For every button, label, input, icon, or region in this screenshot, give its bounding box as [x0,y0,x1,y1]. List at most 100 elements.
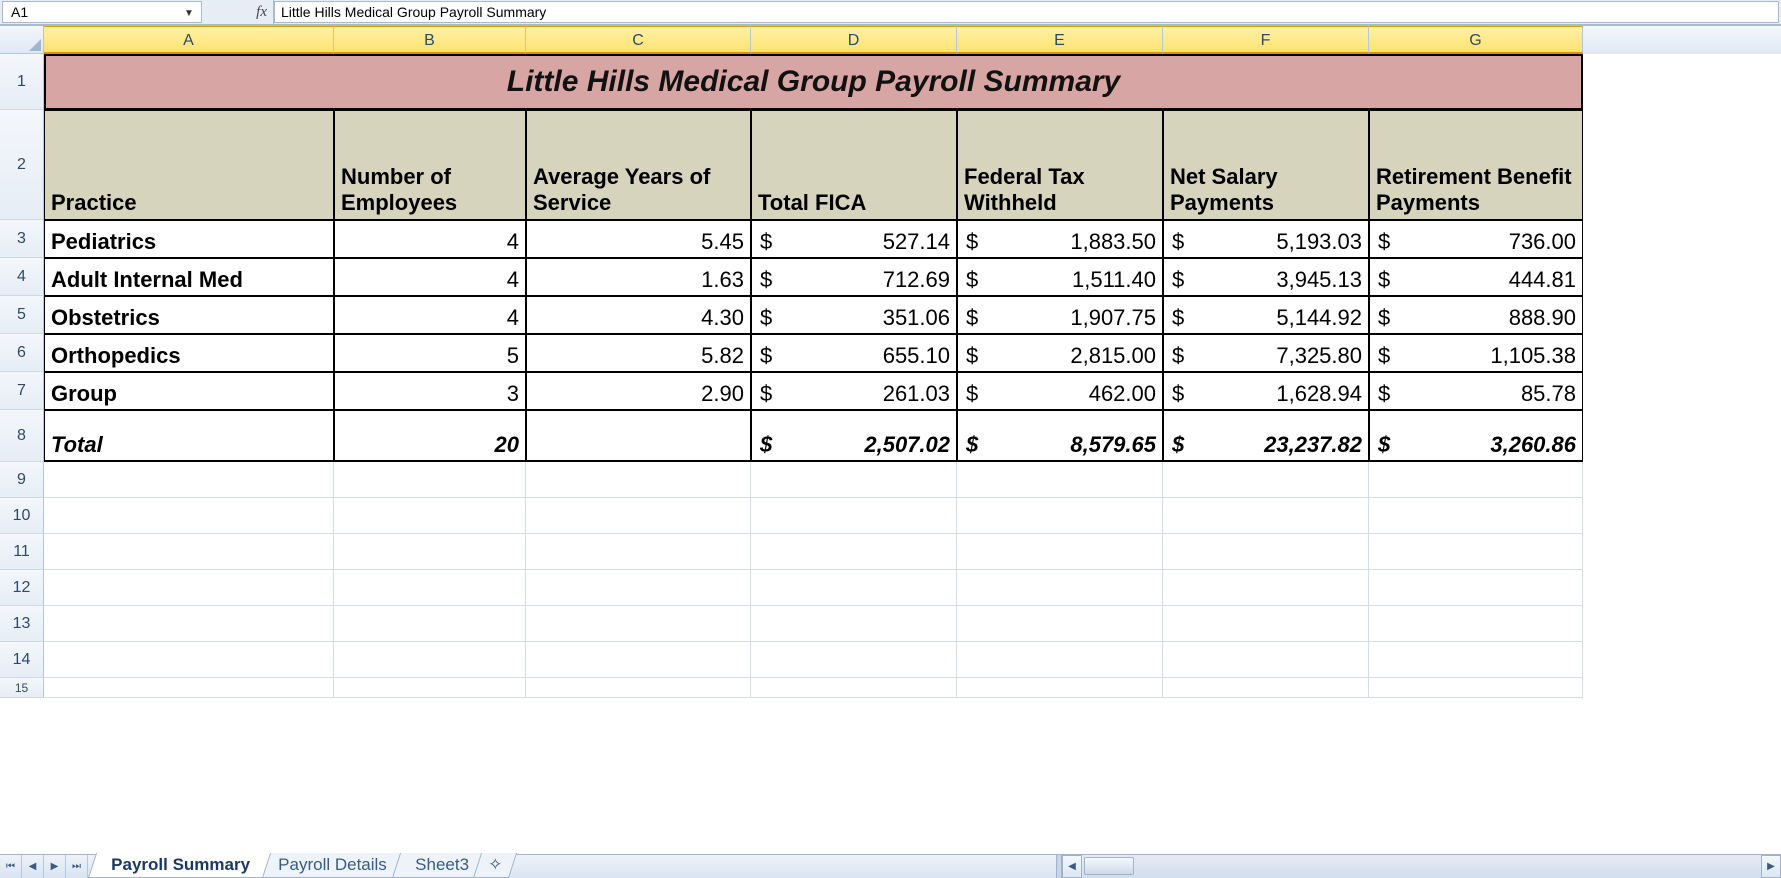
empty-cell[interactable] [334,570,526,606]
row-header-3[interactable]: 3 [0,220,44,258]
cell-ret[interactable]: $85.78 [1369,372,1583,410]
hdr-retirement[interactable]: Retirement Benefit Payments [1369,110,1583,220]
cell-ret[interactable]: $444.81 [1369,258,1583,296]
cell-emp[interactable]: 5 [334,334,526,372]
col-header-G[interactable]: G [1369,26,1583,54]
empty-cell[interactable] [1369,534,1583,570]
cell-ret[interactable]: $888.90 [1369,296,1583,334]
cell-years[interactable]: 4.30 [526,296,751,334]
total-tax[interactable]: $8,579.65 [957,410,1163,462]
empty-cell[interactable] [1369,678,1583,698]
empty-cell[interactable] [1369,498,1583,534]
cell-tax[interactable]: $462.00 [957,372,1163,410]
col-header-A[interactable]: A [44,26,334,54]
empty-cell[interactable] [751,642,957,678]
row-header-8[interactable]: 8 [0,410,44,462]
cell-net[interactable]: $7,325.80 [1163,334,1369,372]
cell-ret[interactable]: $1,105.38 [1369,334,1583,372]
hdr-practice[interactable]: Practice [44,110,334,220]
total-net[interactable]: $23,237.82 [1163,410,1369,462]
cell-years[interactable]: 1.63 [526,258,751,296]
row-header-1[interactable]: 1 [0,54,44,110]
cell-years[interactable]: 5.82 [526,334,751,372]
empty-cell[interactable] [334,642,526,678]
empty-cell[interactable] [751,534,957,570]
tab-nav-next[interactable]: ▶ [44,855,66,878]
empty-cell[interactable] [44,534,334,570]
cell-practice[interactable]: Adult Internal Med [44,258,334,296]
empty-cell[interactable] [1369,642,1583,678]
cell-years[interactable]: 2.90 [526,372,751,410]
total-years[interactable] [526,410,751,462]
empty-cell[interactable] [44,642,334,678]
formula-input[interactable]: Little Hills Medical Group Payroll Summa… [274,1,1779,23]
empty-cell[interactable] [526,678,751,698]
empty-cell[interactable] [44,498,334,534]
scroll-thumb[interactable] [1084,857,1134,875]
select-all-corner[interactable] [0,26,44,54]
scroll-right-button[interactable]: ▶ [1761,855,1781,878]
col-header-D[interactable]: D [751,26,957,54]
cell-tax[interactable]: $1,907.75 [957,296,1163,334]
empty-cell[interactable] [526,642,751,678]
empty-cell[interactable] [957,498,1163,534]
cell-tax[interactable]: $1,511.40 [957,258,1163,296]
col-header-E[interactable]: E [957,26,1163,54]
empty-cell[interactable] [44,462,334,498]
empty-cell[interactable] [957,642,1163,678]
empty-cell[interactable] [957,462,1163,498]
chevron-down-icon[interactable]: ▼ [181,6,197,22]
hdr-net-salary[interactable]: Net Salary Payments [1163,110,1369,220]
row-header-4[interactable]: 4 [0,258,44,296]
total-emp[interactable]: 20 [334,410,526,462]
empty-cell[interactable] [526,462,751,498]
col-header-B[interactable]: B [334,26,526,54]
row-header-13[interactable]: 13 [0,606,44,642]
empty-cell[interactable] [334,534,526,570]
hdr-num-emp[interactable]: Number of Employees [334,110,526,220]
hdr-fed-tax[interactable]: Federal Tax Withheld [957,110,1163,220]
tab-nav-first[interactable]: ⏮ [0,855,22,878]
row-header-12[interactable]: 12 [0,570,44,606]
empty-cell[interactable] [1163,534,1369,570]
empty-cell[interactable] [526,570,751,606]
empty-cell[interactable] [1163,678,1369,698]
horizontal-scrollbar[interactable]: ◀ ▶ [1061,855,1781,878]
empty-cell[interactable] [751,462,957,498]
tab-payroll-details[interactable]: Payroll Details [255,853,408,878]
empty-cell[interactable] [1369,570,1583,606]
cell-fica[interactable]: $712.69 [751,258,957,296]
name-box[interactable]: A1 ▼ [2,1,202,23]
fx-button[interactable]: fx [204,0,274,24]
empty-cell[interactable] [1163,570,1369,606]
total-ret[interactable]: $3,260.86 [1369,410,1583,462]
row-header-11[interactable]: 11 [0,534,44,570]
cell-practice[interactable]: Orthopedics [44,334,334,372]
empty-cell[interactable] [1369,606,1583,642]
total-label[interactable]: Total [44,410,334,462]
cell-fica[interactable]: $527.14 [751,220,957,258]
row-header-14[interactable]: 14 [0,642,44,678]
cell-net[interactable]: $5,193.03 [1163,220,1369,258]
row-header-10[interactable]: 10 [0,498,44,534]
col-header-F[interactable]: F [1163,26,1369,54]
tab-nav-last[interactable]: ⏭ [66,855,88,878]
empty-cell[interactable] [526,498,751,534]
cell-tax[interactable]: $2,815.00 [957,334,1163,372]
empty-cell[interactable] [751,606,957,642]
cell-emp[interactable]: 4 [334,296,526,334]
cell-practice[interactable]: Pediatrics [44,220,334,258]
cell-emp[interactable]: 4 [334,220,526,258]
empty-cell[interactable] [1163,462,1369,498]
tab-payroll-summary[interactable]: Payroll Summary [88,853,271,878]
empty-cell[interactable] [1163,498,1369,534]
empty-cell[interactable] [957,606,1163,642]
empty-cell[interactable] [957,678,1163,698]
row-header-7[interactable]: 7 [0,372,44,410]
empty-cell[interactable] [334,462,526,498]
row-header-9[interactable]: 9 [0,462,44,498]
cell-ret[interactable]: $736.00 [1369,220,1583,258]
empty-cell[interactable] [334,606,526,642]
empty-cell[interactable] [1369,462,1583,498]
row-header-2[interactable]: 2 [0,110,44,220]
